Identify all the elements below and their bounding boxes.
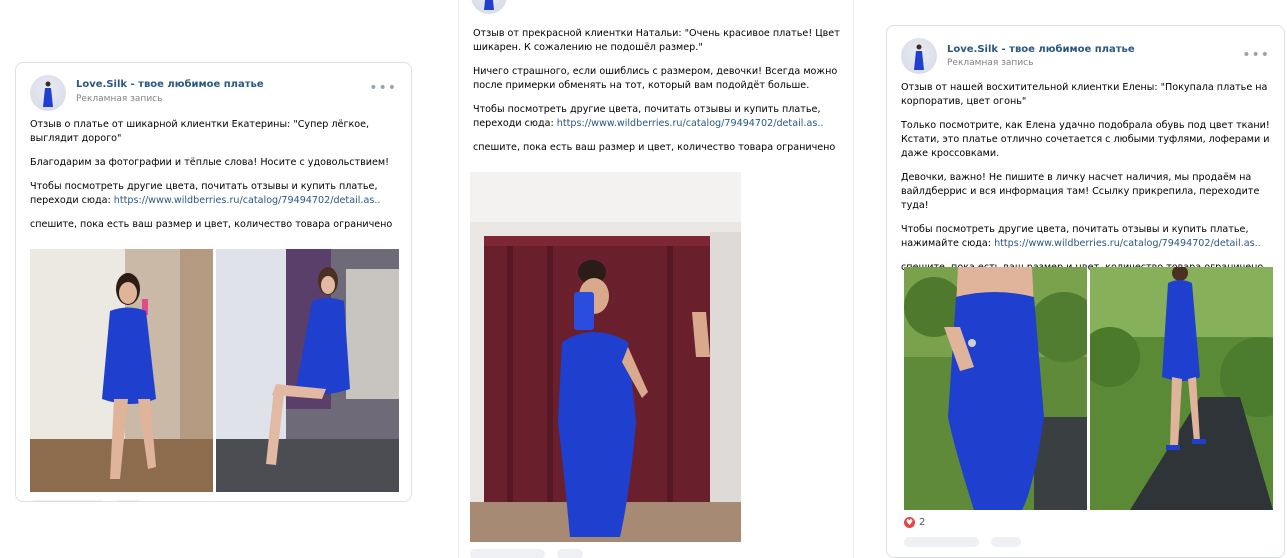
exchange-text: Ничего страшного, если ошиблись с размер… — [473, 66, 838, 91]
reaction-bar[interactable] — [470, 549, 545, 558]
catalog-link[interactable]: https://www.wildberries.ru/catalog/79494… — [114, 195, 381, 206]
dress-avatar-icon — [43, 81, 53, 107]
photo-mirror-selfie[interactable] — [30, 249, 213, 492]
review-text: Отзыв от нашей восхитительной клиентки Е… — [901, 82, 1268, 107]
review-text: Отзыв о платье от шикарной клиентки Екат… — [30, 119, 370, 144]
important-text: Девочки, важно! Не пишите в личку насчет… — [901, 172, 1260, 211]
reaction-bar[interactable] — [30, 500, 105, 501]
review-text: Отзыв от прекрасной клиентки Натальи: "О… — [473, 28, 840, 53]
post-text: Отзыв от нашей восхитительной клиентки Е… — [901, 81, 1276, 285]
author-name[interactable]: Love.Silk - твое любимое платье — [947, 44, 1135, 55]
dress-avatar-icon — [484, 0, 494, 10]
ad-label: Рекламная запись — [947, 58, 1034, 68]
post-text: Отзыв о платье от шикарной клиентки Екат… — [30, 118, 401, 242]
comment-bar[interactable] — [557, 549, 583, 558]
ellipsis-icon[interactable]: ••• — [369, 81, 397, 95]
comment-bar[interactable] — [114, 500, 144, 501]
post-card-elena: Love.Silk - твое любимое платье Рекламна… — [886, 25, 1285, 558]
post-header: Love.Silk - твое любимое платье Рекламна… — [30, 75, 401, 115]
author-name[interactable]: Love.Silk - твое любимое платье — [76, 79, 264, 90]
avatar[interactable] — [471, 0, 507, 14]
dress-avatar-icon — [914, 44, 924, 70]
post-header: Love.Silk - твое любимое платье Рекламна… — [901, 38, 1274, 78]
urgency-text: спешите, пока есть ваш размер и цвет, ко… — [473, 142, 836, 153]
photo-sitting[interactable] — [216, 249, 399, 492]
urgency-text: спешите, пока есть ваш размер и цвет, ко… — [30, 219, 393, 230]
photo-fitting-room[interactable] — [470, 172, 741, 542]
shoes-text: Только посмотрите, как Елена удачно подо… — [901, 120, 1270, 159]
catalog-link[interactable]: https://www.wildberries.ru/catalog/79494… — [557, 118, 824, 129]
ad-label: Рекламная запись — [76, 94, 163, 104]
cta-text: Чтобы посмотреть другие цвета, почитать … — [901, 224, 1261, 249]
ellipsis-icon[interactable]: ••• — [1242, 48, 1270, 62]
photo-garden-closeup[interactable] — [904, 267, 1087, 510]
post-text: Отзыв от прекрасной клиентки Натальи: "О… — [473, 27, 843, 165]
avatar[interactable] — [901, 38, 937, 74]
post-card-ekaterina: Love.Silk - твое любимое платье Рекламна… — [15, 62, 412, 502]
cta-text: Чтобы посмотреть другие цвета, почитать … — [473, 104, 824, 129]
catalog-link[interactable]: https://www.wildberries.ru/catalog/79494… — [994, 238, 1261, 249]
photo-garden-full[interactable] — [1090, 267, 1273, 510]
likes-count: 2 — [919, 517, 926, 528]
cta-text: Чтобы посмотреть другие цвета, почитать … — [30, 181, 381, 206]
likes-counter[interactable]: ♥ 2 — [904, 517, 925, 528]
avatar[interactable] — [30, 75, 66, 111]
reaction-bar[interactable] — [904, 537, 979, 547]
thanks-text: Благодарим за фотографии и тёплые слова!… — [30, 157, 390, 168]
post-card-natalia: Отзыв от прекрасной клиентки Натальи: "О… — [458, 0, 854, 558]
heart-icon[interactable]: ♥ — [904, 517, 915, 528]
comment-bar[interactable] — [991, 537, 1021, 547]
